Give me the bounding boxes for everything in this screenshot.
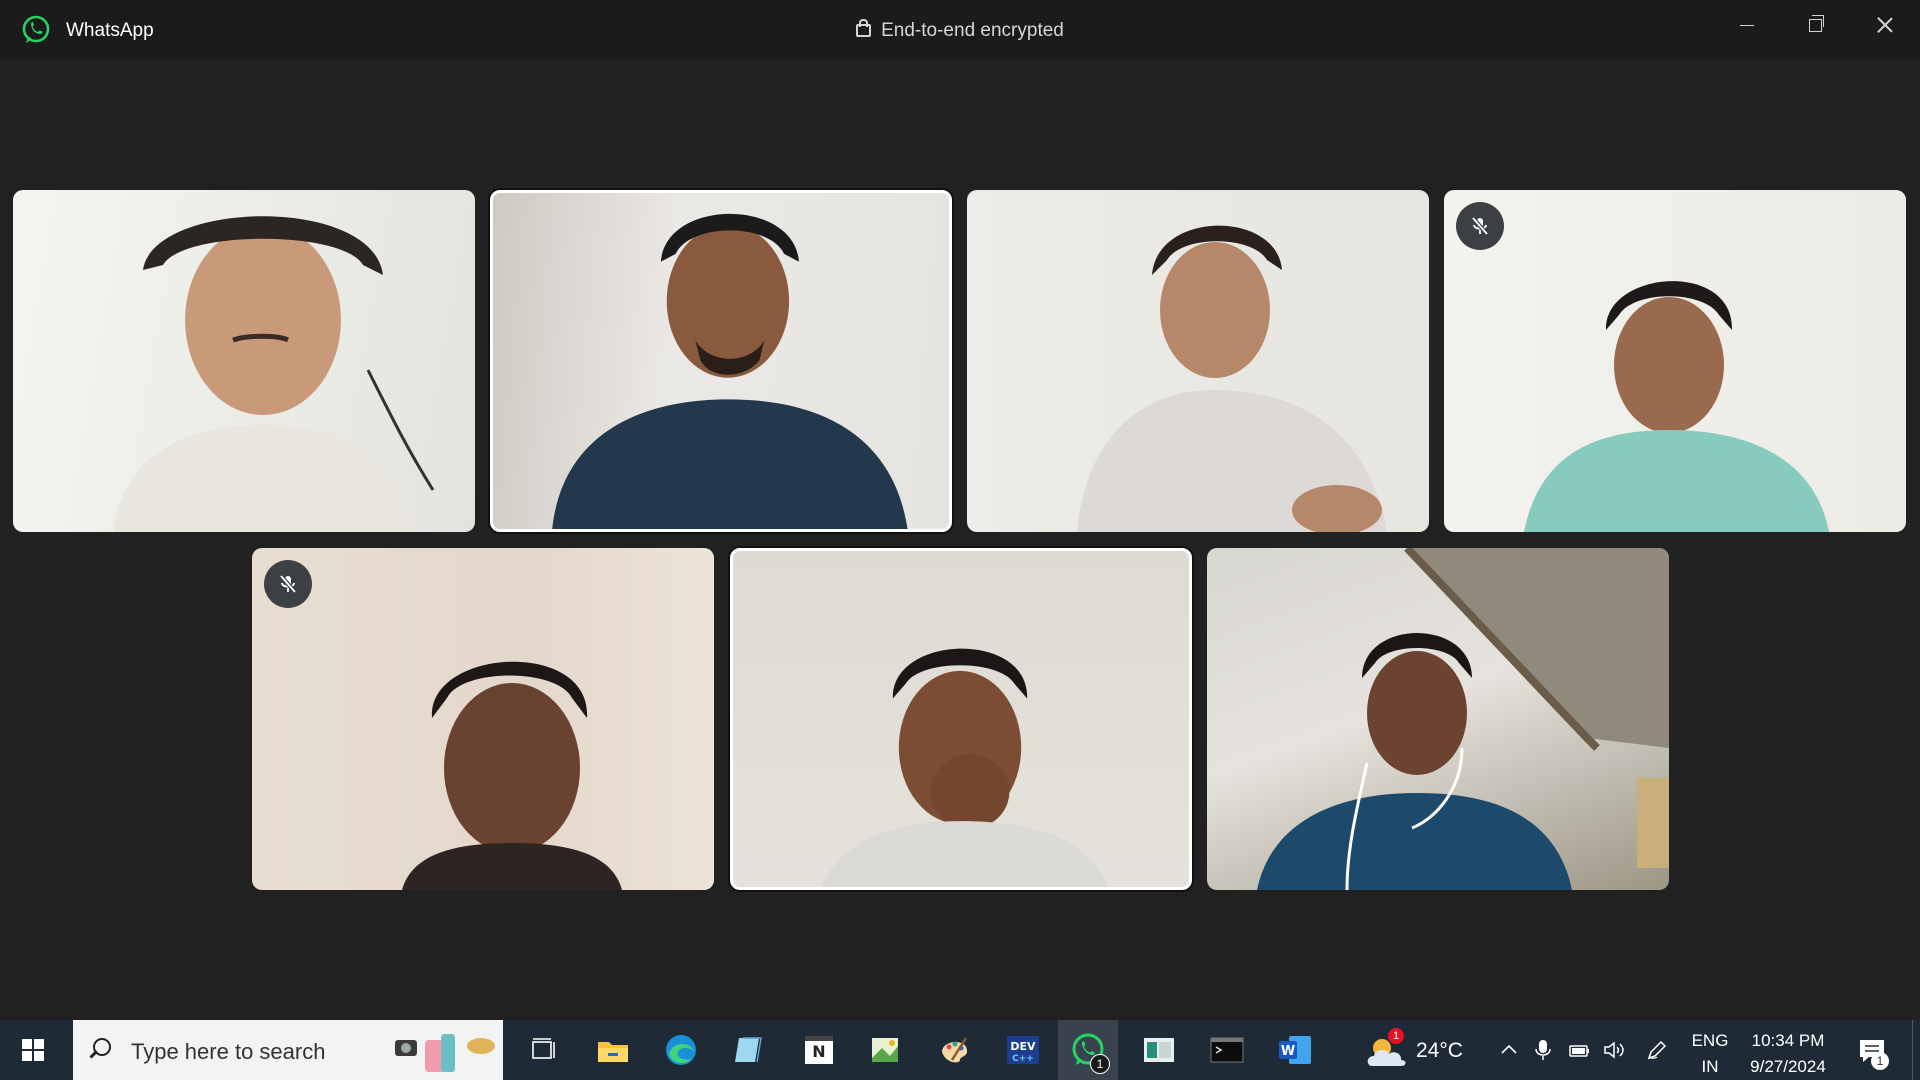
encryption-label: End-to-end encrypted [881,20,1064,41]
weather-badge: 1 [1388,1028,1404,1044]
participant-video-feed [821,648,1109,887]
muted-indicator [1456,202,1504,250]
microphone-icon[interactable] [1531,1038,1555,1062]
participant-video-6[interactable] [730,548,1192,890]
dev-cpp-icon[interactable]: DEV C++ [1003,1030,1043,1070]
pen-icon[interactable] [1645,1038,1669,1062]
title-bar: WhatsApp End-to-end encrypted [0,0,1920,60]
volume-icon[interactable] [1602,1038,1626,1062]
participant-video-4[interactable] [1444,190,1906,532]
participant-video-3[interactable] [967,190,1429,532]
chevron-up-icon[interactable] [1497,1038,1521,1062]
notification-badge: 1 [1871,1052,1889,1070]
participant-video-feed [113,216,435,532]
word-icon[interactable]: W [1275,1030,1315,1070]
clock-date: 9/27/2024 [1750,1057,1826,1076]
mic-off-icon [279,574,297,594]
participant-video-5[interactable] [252,548,714,890]
show-desktop-button[interactable] [1912,1020,1917,1080]
svg-text:DEV: DEV [1010,1040,1036,1053]
participant-video-2[interactable] [490,190,952,532]
terminal-icon[interactable] [1207,1030,1247,1070]
taskbar: Type here to search N DEV C++ 1 W 1 24°C… [0,1020,1920,1080]
participant-video-feed [552,213,908,529]
participant-video-feed [1524,281,1829,532]
notepad-icon[interactable] [729,1030,769,1070]
weather-widget[interactable]: 1 24°C [1364,1028,1474,1072]
photos-icon[interactable] [866,1030,906,1070]
participant-video-1[interactable] [13,190,475,532]
search-icon [93,1038,111,1056]
search-placeholder: Type here to search [131,1039,326,1064]
whatsapp-badge: 1 [1090,1054,1110,1074]
battery-icon[interactable] [1567,1038,1591,1062]
windows-logo-icon [22,1039,32,1049]
start-button[interactable] [22,1039,44,1061]
screen-app-icon[interactable] [1139,1030,1179,1070]
svg-text:W: W [1281,1044,1295,1059]
taskbar-search[interactable]: Type here to search [73,1020,503,1080]
weather-temperature: 24°C [1416,1039,1463,1062]
language-code: ENG [1691,1031,1729,1050]
notepad-plus-icon[interactable]: N [799,1030,839,1070]
muted-indicator [264,560,312,608]
close-icon [1877,17,1893,33]
whatsapp-taskbar-button[interactable]: 1 [1058,1020,1118,1080]
participant-video-feed [1257,548,1669,890]
notification-center-button[interactable]: 1 [1857,1036,1889,1070]
minimize-button[interactable] [1724,10,1770,40]
minimize-icon [1740,24,1754,26]
clock[interactable]: 10:34 PM 9/27/2024 [1740,1028,1836,1080]
edge-icon[interactable] [661,1030,701,1070]
encryption-status: End-to-end encrypted [0,19,1920,42]
paint-icon[interactable] [934,1030,974,1070]
restore-button[interactable] [1792,10,1838,40]
lock-icon [856,19,872,37]
close-button[interactable] [1862,10,1908,40]
participant-video-7[interactable] [1207,548,1669,890]
task-view-icon[interactable] [523,1030,563,1070]
search-highlight-art-icon [395,1034,495,1072]
restore-icon [1808,14,1824,32]
mic-off-icon [1471,216,1489,236]
participant-video-feed [402,661,622,890]
svg-text:N: N [812,1042,825,1061]
clock-time: 10:34 PM [1751,1031,1825,1050]
region-code: IN [1701,1057,1719,1076]
svg-text:C++: C++ [1012,1054,1034,1064]
file-explorer-icon[interactable] [593,1030,633,1070]
participant-video-feed [1077,225,1387,532]
language-indicator[interactable]: ENG IN [1690,1028,1730,1080]
